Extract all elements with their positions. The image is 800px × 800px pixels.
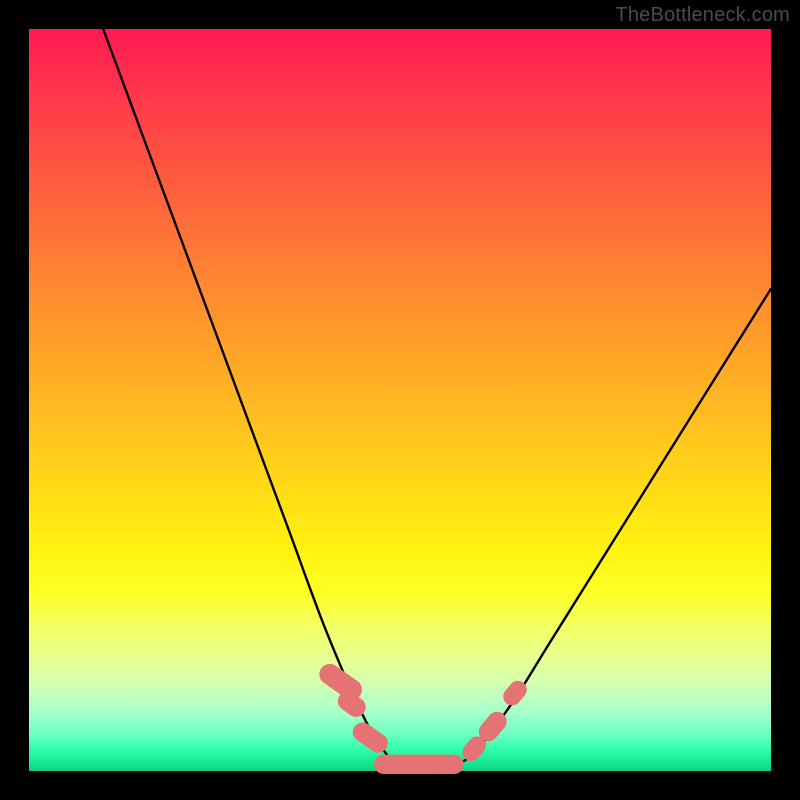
chart-frame: TheBottleneck.com xyxy=(0,0,800,800)
curve-line xyxy=(103,29,771,767)
chart-svg xyxy=(29,29,771,771)
plot-area xyxy=(29,29,771,771)
attribution-text: TheBottleneck.com xyxy=(615,4,790,27)
curve-markers xyxy=(315,660,530,774)
curve-marker xyxy=(425,755,464,774)
